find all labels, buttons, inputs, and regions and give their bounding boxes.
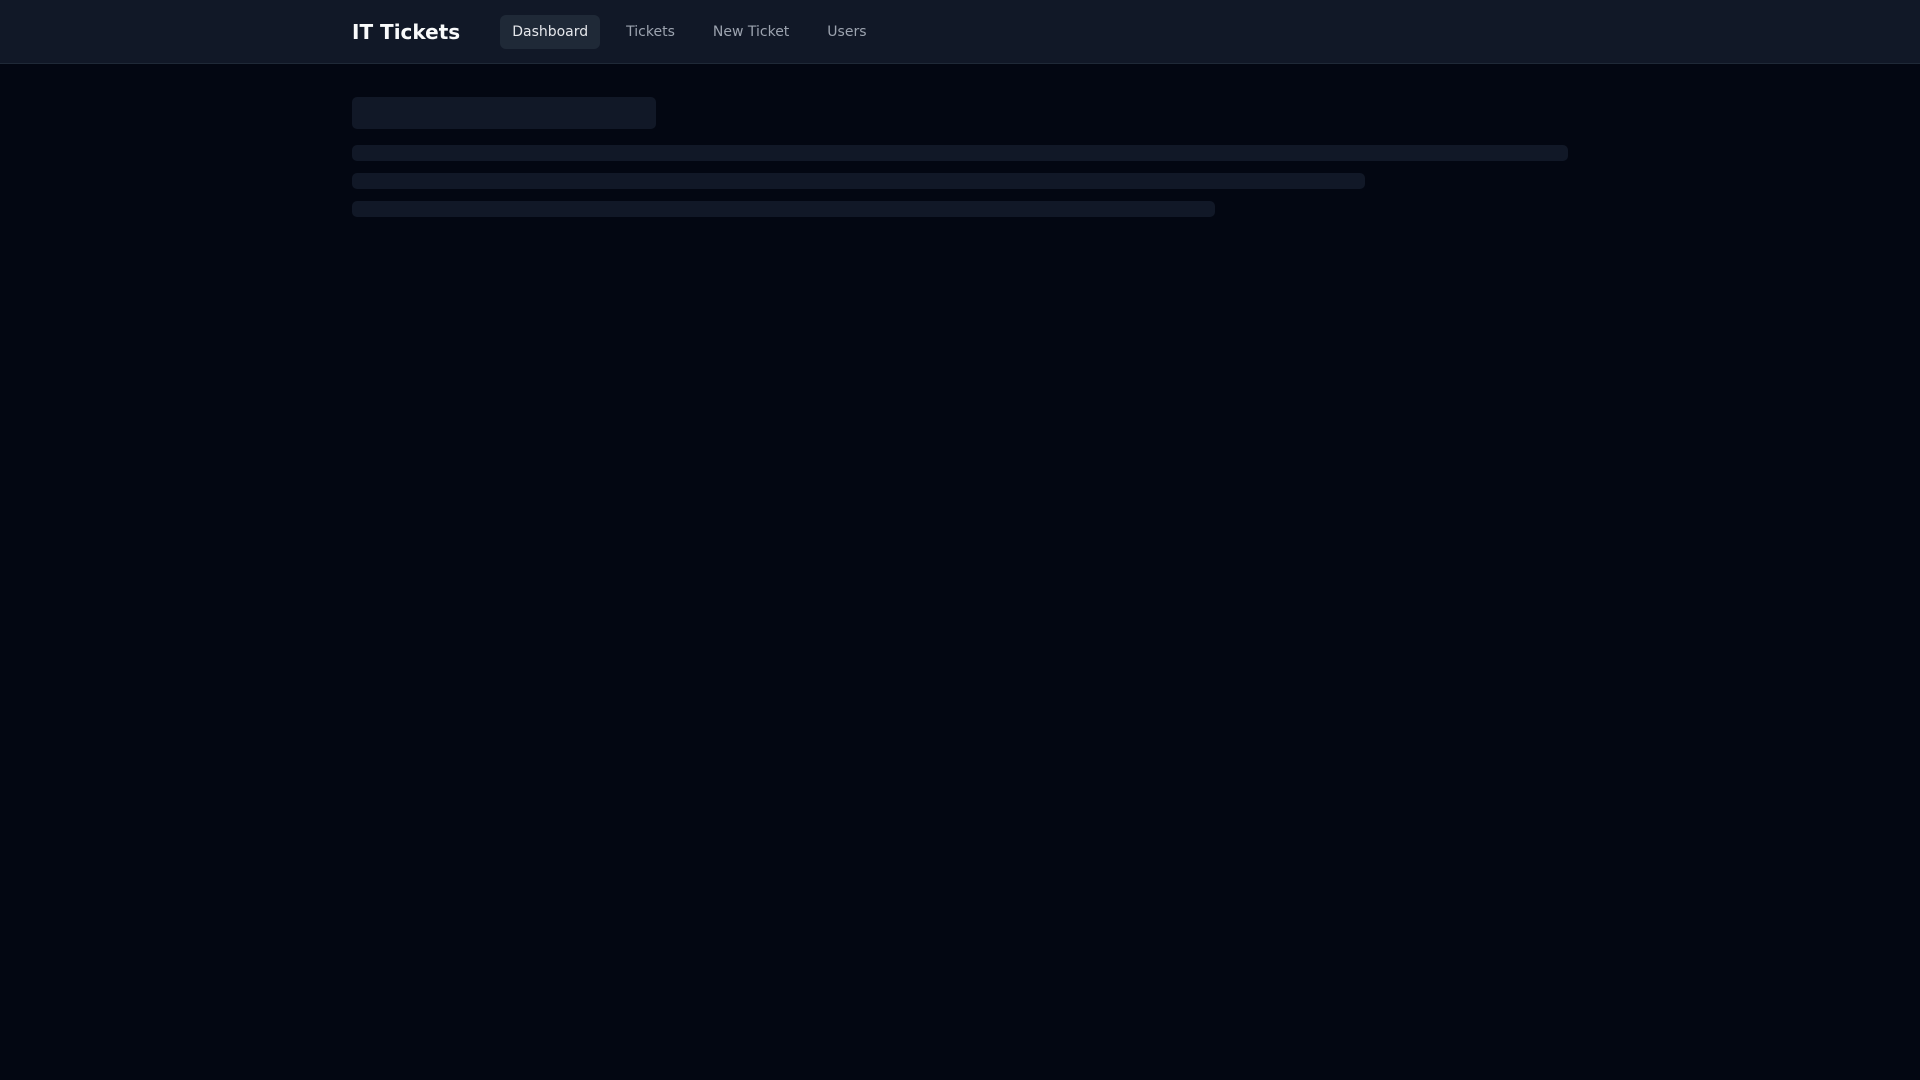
- nav-dashboard[interactable]: Dashboard: [500, 14, 601, 49]
- skeleton-title: [352, 97, 656, 129]
- top-nav-bar: IT Tickets Dashboard Tickets New Ticket …: [0, 0, 1920, 64]
- skeleton-line: [352, 201, 1216, 217]
- app-title[interactable]: IT Tickets: [352, 20, 460, 44]
- dashboard-content-loading: [352, 64, 1568, 217]
- nav-users[interactable]: Users: [815, 15, 878, 49]
- main-nav: Dashboard Tickets New Ticket Users: [500, 14, 878, 49]
- skeleton-line: [352, 173, 1365, 189]
- nav-new-ticket[interactable]: New Ticket: [701, 15, 801, 49]
- nav-tickets[interactable]: Tickets: [614, 15, 687, 49]
- skeleton-line: [352, 145, 1568, 161]
